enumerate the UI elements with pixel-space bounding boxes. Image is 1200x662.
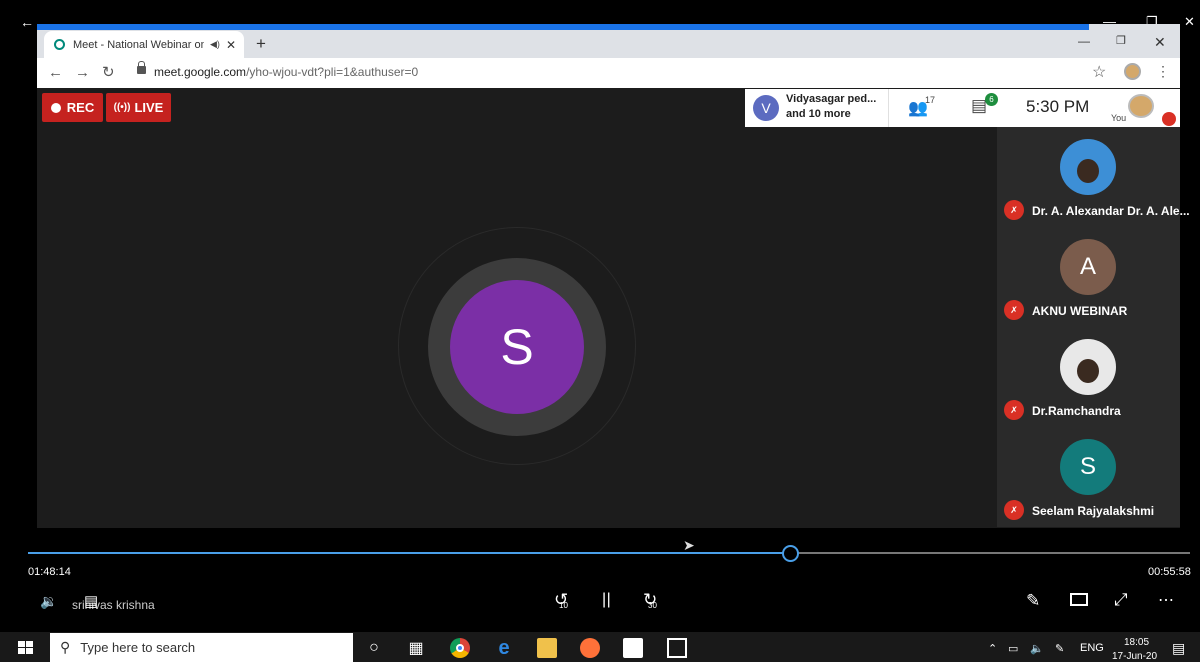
rec-label: REC — [66, 100, 95, 115]
self-label: You — [1111, 113, 1127, 123]
url-domain: meet.google.com — [154, 65, 247, 79]
close-icon[interactable]: ✕ — [1184, 14, 1195, 30]
participant-photo[interactable] — [1060, 139, 1116, 195]
windows-start-icon[interactable] — [18, 641, 34, 655]
show-hidden-icons-icon[interactable]: ⌃ — [988, 642, 997, 655]
total-time: 00:55:58 — [1148, 566, 1191, 578]
self-avatar[interactable] — [1128, 94, 1154, 118]
rec-badge: REC — [42, 93, 103, 122]
participant-name: Seelam Rajyalakshmi — [1032, 504, 1155, 518]
pause-icon[interactable]: | | — [602, 591, 611, 609]
tab-close-icon[interactable]: ✕ — [226, 38, 236, 52]
browser-close-icon[interactable]: ✕ — [1154, 34, 1166, 51]
photos-app-icon[interactable] — [667, 638, 687, 658]
firefox-icon[interactable] — [580, 638, 600, 658]
presenter-avatar: V — [753, 95, 779, 121]
movies-app-icon[interactable] — [623, 638, 643, 658]
elapsed-time: 01:48:14 — [28, 566, 71, 578]
search-placeholder: Type here to search — [80, 640, 196, 655]
video-player: ← — ❐ ✕ Meet - National Webinar on ◀) ✕ … — [0, 0, 1200, 662]
taskbar-date[interactable]: 17-Jun-20 — [1112, 651, 1157, 662]
fullscreen-icon[interactable]: ⤢ — [1114, 590, 1128, 610]
reload-icon[interactable]: ↻ — [102, 63, 115, 81]
battery-icon[interactable]: ▭ — [1008, 642, 1018, 655]
pen-workspace-icon[interactable]: ✎ — [1055, 642, 1064, 655]
browser-minimize-icon[interactable]: — — [1078, 34, 1090, 48]
more-options-icon[interactable]: ⋯ — [1158, 590, 1174, 610]
bookmark-star-icon[interactable]: ☆ — [1092, 62, 1106, 82]
browser-menu-icon[interactable]: ⋮ — [1156, 63, 1170, 80]
chrome-icon[interactable] — [450, 638, 470, 658]
pen-icon[interactable]: ✎ — [1026, 591, 1040, 611]
browser-restore-icon[interactable]: ❐ — [1116, 34, 1126, 47]
broadcast-icon: ((•)) — [113, 102, 131, 113]
participant-photo[interactable] — [1060, 339, 1116, 395]
nav-back-icon[interactable]: ← — [48, 64, 63, 81]
participant-name: AKNU WEBINAR — [1032, 304, 1128, 318]
taskbar-time[interactable]: 18:05 — [1124, 637, 1149, 648]
participant-avatar[interactable]: S — [1060, 439, 1116, 495]
mic-off-icon: ✗ — [1004, 300, 1024, 320]
task-view-icon[interactable]: ▦ — [406, 638, 426, 658]
participant-count: 17 — [925, 95, 936, 105]
share-banner — [37, 24, 1089, 30]
mic-off-icon: ✗ — [1004, 500, 1024, 520]
seek-progress — [28, 552, 789, 554]
rewind-seconds: 10 — [559, 601, 568, 610]
cortana-icon[interactable]: ○ — [364, 638, 384, 658]
speaker-icon[interactable]: 🔈 — [1030, 642, 1044, 655]
search-icon: ⚲ — [60, 639, 71, 655]
nav-forward-icon[interactable]: → — [75, 64, 90, 81]
lock-icon[interactable] — [137, 61, 146, 74]
presenter-name: Vidyasagar ped... — [786, 93, 877, 105]
back-arrow-icon[interactable]: ← — [20, 14, 34, 30]
captions-icon[interactable]: ▤ — [84, 592, 98, 610]
meet-favicon-icon — [54, 39, 65, 50]
presenter-more: and 10 more — [786, 108, 851, 120]
browser-tab[interactable]: Meet - National Webinar on ◀) ✕ — [44, 31, 244, 58]
tab-title: Meet - National Webinar on — [73, 38, 205, 51]
volume-icon[interactable]: 🔉 — [40, 593, 57, 610]
profile-avatar[interactable] — [1124, 63, 1141, 80]
meeting-clock: 5:30 PM — [1026, 97, 1090, 116]
input-language[interactable]: ENG — [1080, 642, 1104, 654]
forward-seconds: 30 — [648, 601, 657, 610]
url-path: /yho-wjou-vdt?pli=1&authuser=0 — [246, 65, 419, 79]
seek-handle[interactable] — [782, 545, 799, 562]
edge-icon[interactable]: e — [494, 637, 514, 659]
participant-name: Dr.Ramchandra — [1032, 404, 1121, 418]
file-explorer-icon[interactable] — [537, 638, 557, 658]
notifications-icon[interactable]: ▤ — [1172, 640, 1185, 657]
taskbar-search[interactable]: ⚲ Type here to search — [50, 633, 353, 662]
mic-off-icon: ✗ — [1004, 200, 1024, 220]
mic-off-icon: ✗ — [1004, 400, 1024, 420]
participant-avatar[interactable]: A — [1060, 239, 1116, 295]
address-bar[interactable]: meet.google.com/yho-wjou-vdt?pli=1&authu… — [154, 65, 418, 79]
record-dot-icon — [50, 102, 61, 113]
live-label: LIVE — [134, 100, 164, 115]
new-tab-icon[interactable]: + — [256, 34, 266, 54]
main-speaker-avatar: S — [450, 280, 584, 414]
mini-player-icon[interactable] — [1070, 593, 1088, 606]
audio-playing-icon[interactable]: ◀) — [210, 39, 220, 50]
chat-badge: 6 — [985, 93, 998, 106]
live-badge: ((•)) LIVE — [106, 93, 171, 122]
participant-name: Dr. A. Alexandar Dr. A. Ale... — [1032, 204, 1190, 218]
self-mic-off-icon — [1162, 112, 1176, 126]
